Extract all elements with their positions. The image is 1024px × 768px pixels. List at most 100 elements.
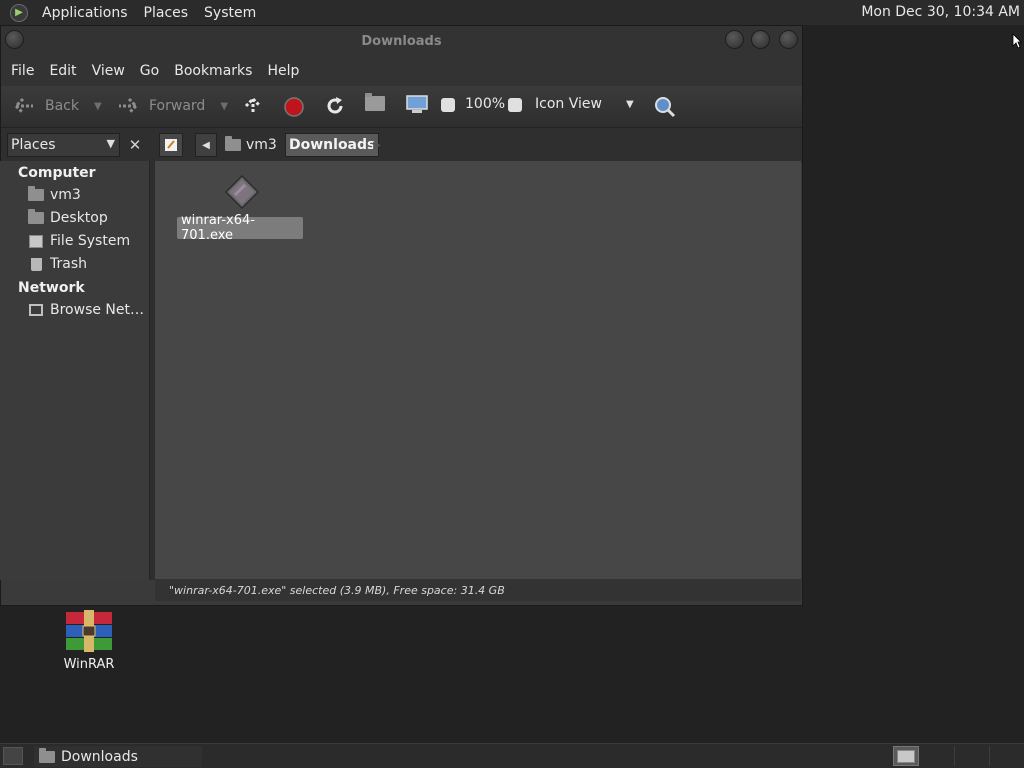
sidebar-item-vm3[interactable]: vm3	[28, 186, 81, 203]
taskbar-entry-label: Downloads	[61, 748, 138, 765]
stop-icon	[284, 97, 304, 117]
window-title: Downloads	[361, 33, 442, 49]
home-folder-icon	[365, 93, 385, 111]
sidebar-item-label: Trash	[50, 256, 87, 272]
clock[interactable]: Mon Dec 30, 10:34 AM	[861, 4, 1020, 20]
workspace-4[interactable]	[994, 746, 1020, 766]
view-mode-dropdown-icon: ▼	[626, 99, 634, 110]
view-mode-select[interactable]: Icon View ▼	[535, 96, 637, 112]
places-menu[interactable]: Places	[136, 5, 197, 21]
breadcrumb-scroll-left-button[interactable]: ◀	[195, 133, 217, 157]
menu-file[interactable]: File	[4, 63, 41, 79]
computer-button[interactable]	[405, 94, 429, 116]
maximize-button[interactable]	[751, 30, 770, 49]
sidebar-item-label: Desktop	[50, 210, 108, 226]
zoom-in-button[interactable]	[508, 98, 522, 112]
location-bar: Places ▼ ✕ ◀ vm3 Downloads ▶	[1, 128, 802, 163]
menu-view[interactable]: View	[85, 63, 132, 79]
file-item[interactable]: winrar-x64-701.exe	[177, 171, 303, 243]
up-arrow-icon	[244, 96, 262, 114]
desktop-icon-label: WinRAR	[63, 657, 115, 672]
breadcrumb-vm3[interactable]: vm3	[220, 133, 282, 157]
top-panel: ▶ Applications Places System Mon Dec 30,…	[0, 0, 1024, 25]
sidebar-item-browse-network[interactable]: Browse Net…	[28, 302, 144, 318]
sidebar-item-file-system[interactable]: File System	[28, 233, 130, 249]
toolbar: Back ▼ Forward ▼ 100% Icon View ▼	[1, 86, 802, 128]
chevron-right-icon: ▶	[373, 139, 381, 151]
sidebar-mode-value: Places	[11, 137, 56, 153]
zoom-level[interactable]: 100%	[465, 96, 505, 112]
close-icon: ✕	[128, 136, 142, 154]
back-button[interactable]: Back ▼	[13, 96, 102, 116]
zoom-level-value: 100%	[465, 96, 506, 112]
file-view[interactable]: winrar-x64-701.exe	[155, 161, 801, 579]
breadcrumb-downloads[interactable]: Downloads	[285, 133, 380, 157]
chevron-down-icon: ▼	[106, 137, 115, 150]
applications-menu[interactable]: Applications	[34, 5, 136, 21]
view-mode-value: Icon View	[535, 96, 602, 112]
bottom-panel: Downloads	[0, 743, 1024, 768]
desktop-folder-icon	[28, 209, 44, 225]
taskbar-entry-downloads[interactable]: Downloads	[34, 746, 202, 767]
zoom-out-icon	[441, 98, 455, 112]
zoom-out-button[interactable]	[441, 98, 455, 112]
window-thumbnail-icon	[897, 749, 915, 763]
drive-icon	[28, 234, 44, 248]
reload-icon	[327, 97, 343, 114]
home-button[interactable]	[365, 93, 385, 111]
workspace-2[interactable]	[925, 746, 955, 766]
status-bar: "winrar-x64-701.exe" selected (3.9 MB), …	[155, 579, 801, 601]
forward-history-dropdown-icon[interactable]: ▼	[220, 101, 228, 112]
workspace-3[interactable]	[960, 746, 990, 766]
show-desktop-button[interactable]	[3, 747, 23, 765]
sidebar-mode-select[interactable]: Places ▼	[7, 133, 120, 157]
breadcrumb-downloads-label: Downloads	[289, 137, 376, 153]
forward-arrow-icon	[117, 96, 139, 116]
top-menu: ▶ Applications Places System	[0, 0, 264, 25]
sidebar-item-label: vm3	[50, 187, 81, 203]
window-titlebar[interactable]: Downloads	[1, 26, 802, 56]
network-icon	[28, 303, 44, 317]
status-text: "winrar-x64-701.exe" selected (3.9 MB), …	[169, 583, 505, 597]
sidebar-item-trash[interactable]: Trash	[28, 256, 87, 272]
back-history-dropdown-icon[interactable]: ▼	[94, 101, 102, 112]
sidebar-item-label: Browse Net…	[50, 302, 145, 318]
places-sidebar: Computer vm3 Desktop File System Trash N…	[0, 161, 150, 580]
file-name-label: winrar-x64-701.exe	[177, 213, 303, 243]
chevron-left-icon: ◀	[202, 139, 210, 151]
edit-pencil-icon	[165, 139, 177, 151]
search-icon	[655, 97, 676, 118]
back-label: Back	[45, 98, 79, 114]
sidebar-heading-network: Network	[18, 280, 85, 296]
toggle-location-entry-button[interactable]	[159, 133, 183, 157]
home-folder-icon	[28, 186, 44, 202]
winrar-icon	[66, 610, 112, 652]
menu-bookmarks[interactable]: Bookmarks	[167, 63, 259, 79]
up-button[interactable]	[242, 95, 264, 117]
desktop-icon-winrar[interactable]: WinRAR	[56, 608, 122, 680]
back-arrow-icon	[13, 96, 35, 116]
forward-button[interactable]: Forward ▼	[117, 96, 228, 116]
stop-button[interactable]	[283, 96, 305, 118]
folder-icon	[39, 747, 55, 763]
forward-label: Forward	[149, 98, 206, 114]
workspace-1[interactable]	[893, 746, 919, 766]
menu-help[interactable]: Help	[260, 63, 306, 79]
window-menu-button[interactable]	[5, 30, 24, 49]
close-sidebar-button[interactable]: ✕	[124, 133, 146, 157]
search-button[interactable]	[653, 95, 677, 119]
close-window-button[interactable]	[779, 30, 798, 49]
system-menu[interactable]: System	[196, 5, 264, 21]
minimize-button[interactable]	[725, 30, 744, 49]
distro-logo-icon[interactable]: ▶	[10, 3, 28, 22]
executable-file-icon	[225, 175, 259, 209]
home-folder-icon	[225, 136, 241, 151]
menu-go[interactable]: Go	[133, 63, 166, 79]
sidebar-item-desktop[interactable]: Desktop	[28, 209, 108, 226]
reload-button[interactable]	[324, 95, 346, 117]
breadcrumb-scroll-right-button[interactable]: ▶	[370, 133, 384, 157]
computer-icon	[406, 95, 428, 113]
breadcrumb-vm3-label: vm3	[246, 137, 277, 153]
menu-edit[interactable]: Edit	[42, 63, 83, 79]
sidebar-item-label: File System	[50, 233, 131, 249]
